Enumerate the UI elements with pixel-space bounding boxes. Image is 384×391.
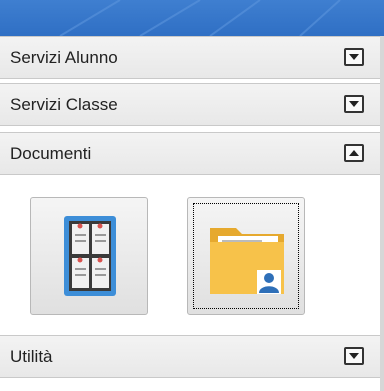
top-banner xyxy=(0,0,384,36)
section-title-servizi-alunno: Servizi Alunno xyxy=(10,48,118,67)
bulletin-board-button[interactable] xyxy=(30,197,148,315)
section-title-documenti: Documenti xyxy=(10,144,92,163)
expand-icon[interactable] xyxy=(344,347,364,365)
section-header-servizi-classe[interactable]: Servizi Classe xyxy=(0,83,380,126)
user-folder-button[interactable] xyxy=(187,197,305,315)
panel-scroll-edge xyxy=(380,36,384,391)
section-title-servizi-classe: Servizi Classe xyxy=(10,95,118,114)
expand-icon[interactable] xyxy=(344,95,364,113)
collapse-icon[interactable] xyxy=(344,144,364,162)
section-header-documenti[interactable]: Documenti xyxy=(0,132,380,175)
section-header-servizi-alunno[interactable]: Servizi Alunno xyxy=(0,36,380,79)
section-title-utilita: Utilità xyxy=(10,347,53,366)
bulletin-board-icon xyxy=(64,216,116,296)
section-header-utilita[interactable]: Utilità xyxy=(0,335,380,378)
user-folder-icon xyxy=(210,228,284,294)
side-panel: Servizi Alunno Servizi Classe Documenti xyxy=(0,0,384,391)
expand-icon[interactable] xyxy=(344,48,364,66)
section-body-documenti xyxy=(0,180,380,335)
